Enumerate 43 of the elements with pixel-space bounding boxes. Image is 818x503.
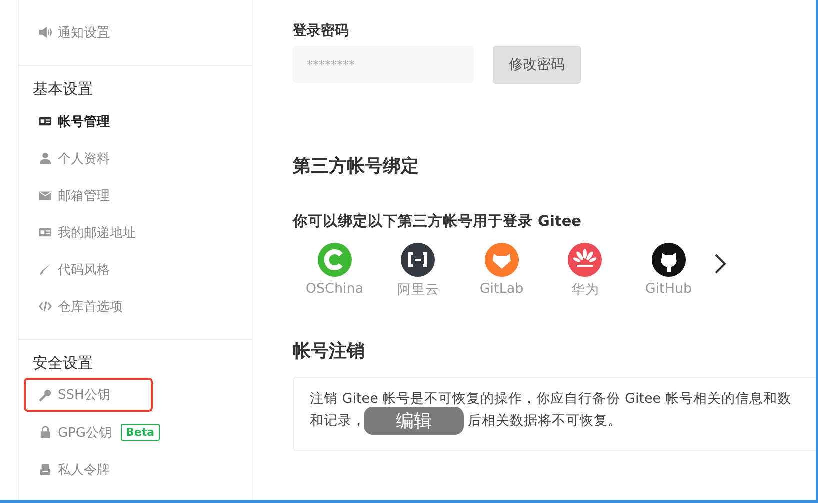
robot-icon xyxy=(39,463,52,476)
section-title: 登录密码 xyxy=(293,22,350,40)
sidebar-item[interactable]: 仓库首选项 xyxy=(24,288,131,325)
section-title: 第三方帐号绑定 xyxy=(293,155,420,178)
key-icon xyxy=(39,388,52,402)
section-title: 帐号注销 xyxy=(293,340,366,363)
notice-text: 后相关数据将不可恢复。 xyxy=(468,412,622,430)
lock-icon xyxy=(39,426,52,439)
beta-badge: Beta xyxy=(121,424,160,441)
edit-button[interactable]: 编辑 xyxy=(364,407,464,435)
flower-logo-icon[interactable] xyxy=(568,243,602,277)
sidebar-item[interactable]: 个人资料 xyxy=(24,140,118,177)
notice-text: 和记录， xyxy=(310,412,366,430)
change-password-button[interactable]: 修改密码 xyxy=(493,46,581,84)
provider-label[interactable]: GitLab xyxy=(480,281,524,297)
section-title: 安全设置 xyxy=(32,353,94,374)
id-card-icon xyxy=(39,115,52,128)
sidebar-item[interactable]: 代码风格 xyxy=(24,251,118,288)
id-card-icon xyxy=(39,226,52,239)
c-logo-icon[interactable] xyxy=(318,243,352,277)
fox-logo-icon[interactable] xyxy=(484,243,519,277)
sidebar-item[interactable]: 通知设置 xyxy=(24,14,118,51)
section-title: 基本设置 xyxy=(32,79,94,100)
provider-label[interactable]: GitHub xyxy=(645,281,692,297)
provider-label[interactable]: 华为 xyxy=(571,281,600,299)
speaker-icon xyxy=(39,26,52,39)
sidebar-item[interactable]: 帐号管理 xyxy=(24,103,118,140)
sidebar-item[interactable]: 我的邮递地址 xyxy=(24,214,144,251)
brush-icon xyxy=(39,263,52,276)
provider-label[interactable]: 阿里云 xyxy=(397,281,440,299)
sidebar-item[interactable]: 邮箱管理 xyxy=(24,177,118,214)
provider-label[interactable]: OSChina xyxy=(306,281,364,297)
mail-icon xyxy=(39,189,52,202)
sidebar-item[interactable]: GPG公钥 Beta xyxy=(24,414,168,451)
sidebar-item[interactable]: 私人令牌 xyxy=(24,451,118,488)
notice-text: 注销 Gitee 帐号是不可恢复的操作，你应自行备份 Gitee 帐号相关的信息和数 xyxy=(310,390,792,408)
cat-logo-icon[interactable] xyxy=(652,243,686,277)
password-field[interactable]: ******** xyxy=(293,46,474,83)
bracket-logo-icon[interactable] xyxy=(401,243,436,277)
code-icon xyxy=(39,300,52,313)
person-icon xyxy=(39,152,52,165)
binding-subtitle: 你可以绑定以下第三方帐号用于登录 Gitee xyxy=(293,212,583,231)
sidebar-item[interactable]: SSH公钥 xyxy=(24,378,153,412)
